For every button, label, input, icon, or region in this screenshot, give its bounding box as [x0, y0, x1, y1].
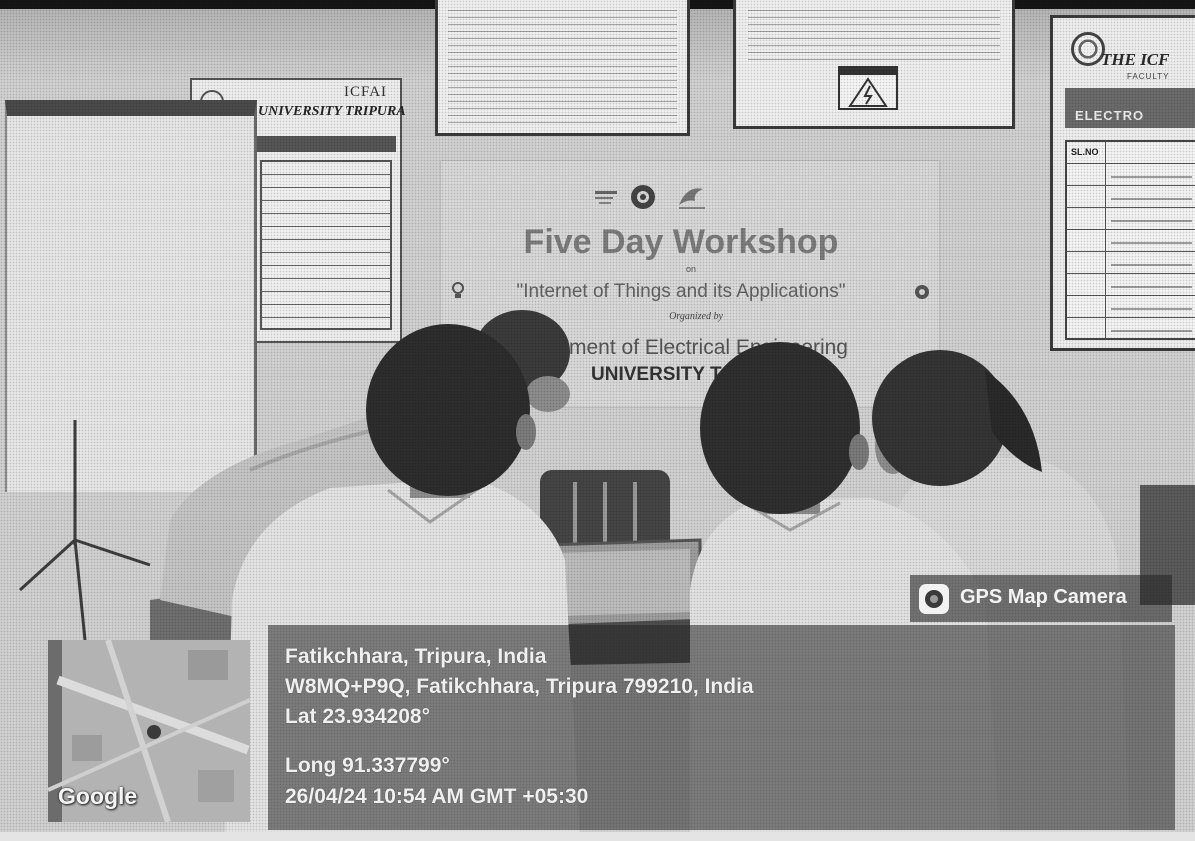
gps-map-camera-badge: GPS Map Camera	[910, 575, 1172, 622]
gps-datetime: 26/04/24 10:54 AM GMT +05:30	[285, 785, 589, 808]
location-pin-icon	[147, 725, 161, 739]
photo: THE ICF FACULTY ELECTRO SL.NO ICFAI UNIV…	[0, 0, 1195, 841]
google-logo: Google	[58, 783, 138, 809]
camera-icon	[919, 584, 949, 614]
tripod-stand	[18, 420, 151, 641]
gps-brand: GPS Map Camera	[960, 586, 1127, 608]
gps-longitude: Long 91.337799°	[285, 754, 450, 777]
gps-latitude: Lat 23.934208°	[285, 705, 431, 728]
paper-edge	[0, 832, 1195, 841]
gps-address: W8MQ+P9Q, Fatikchhara, Tripura 799210, I…	[285, 675, 754, 698]
gps-location: Fatikchhara, Tripura, India	[285, 645, 547, 668]
